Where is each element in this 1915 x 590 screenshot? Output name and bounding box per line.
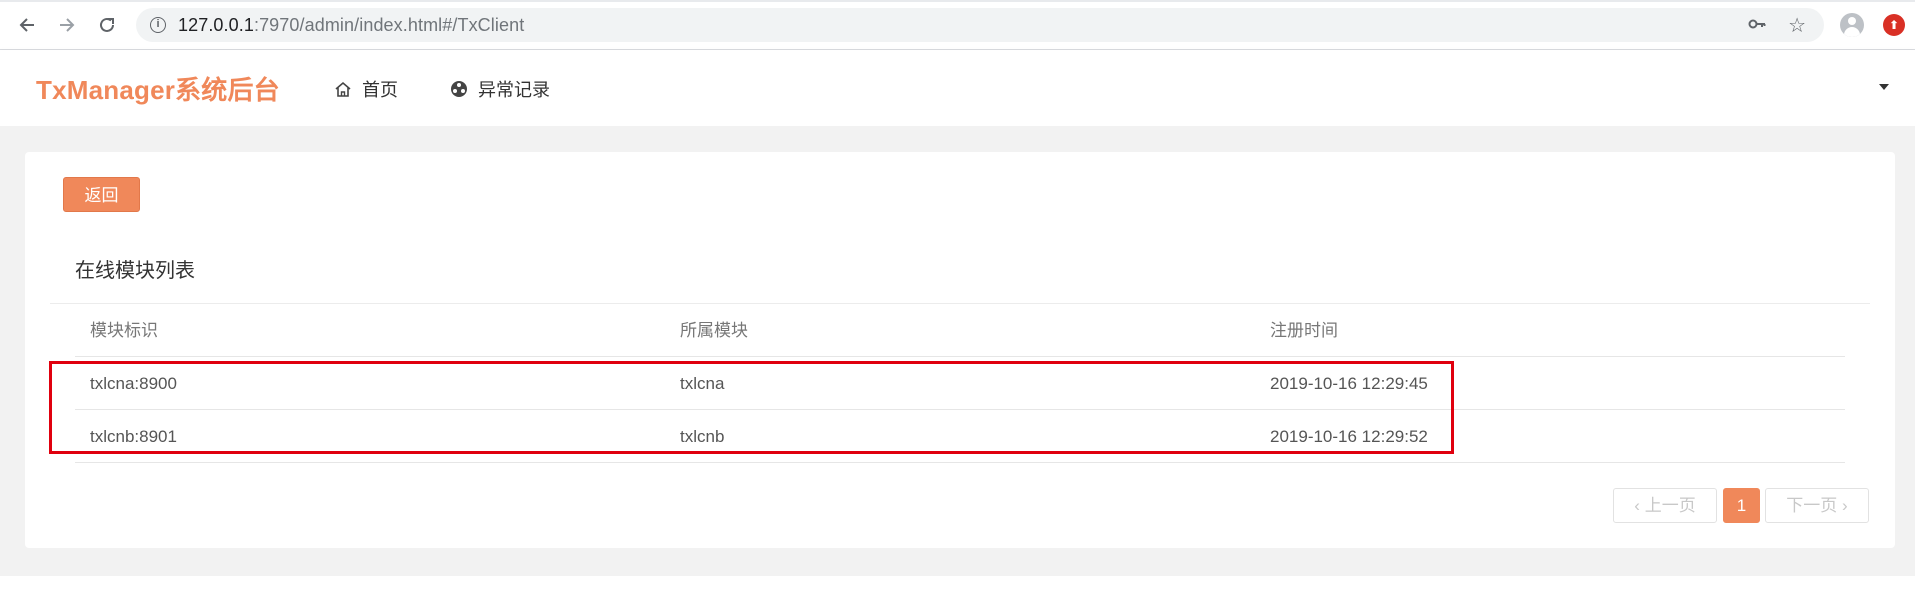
browser-toolbar: i 127.0.0.1:7970/admin/index.html#/TxCli… [0, 0, 1915, 50]
chevron-left-icon: ‹ [1634, 496, 1640, 515]
table-row: txlcna:8900 txlcna 2019-10-16 12:29:45 [75, 357, 1845, 410]
table-header-row: 模块标识 所属模块 注册时间 [75, 304, 1845, 357]
url-path: :7970/admin/index.html#/TxClient [253, 15, 525, 35]
prev-page-label: 上一页 [1644, 496, 1696, 515]
next-page-label: 下一页 [1786, 496, 1838, 515]
cell-register-time: 2019-10-16 12:29:52 [1270, 427, 1428, 446]
app-logo[interactable]: TxManager系统后台 [36, 70, 280, 107]
reload-icon[interactable] [94, 12, 120, 38]
star-icon[interactable]: ☆ [1788, 13, 1806, 38]
url-host: 127.0.0.1 [178, 15, 254, 35]
cell-module-name: txlcnb [680, 427, 725, 446]
table-row: txlcnb:8901 txlcnb 2019-10-16 12:29:52 [75, 410, 1845, 463]
forward-icon[interactable] [54, 12, 80, 38]
profile-icon[interactable] [1840, 13, 1864, 37]
cell-register-time: 2019-10-16 12:29:45 [1270, 374, 1428, 393]
next-page-button[interactable]: 下一页 › [1765, 488, 1869, 523]
cell-module-name: txlcna [680, 374, 725, 393]
chevron-down-icon[interactable] [1879, 84, 1889, 90]
cell-module-id: txlcnb:8901 [90, 427, 177, 446]
prev-page-button[interactable]: ‹ 上一页 [1613, 488, 1717, 523]
page-number-current[interactable]: 1 [1723, 488, 1760, 523]
nav-item-home[interactable]: 首页 [334, 76, 398, 102]
nav-item-exception[interactable]: 异常记录 [450, 76, 550, 102]
nav-item-exception-label: 异常记录 [478, 80, 550, 100]
cell-module-id: txlcna:8900 [90, 374, 177, 393]
tab-strip-edge [0, 0, 1915, 2]
extension-icon[interactable]: ⬆ [1883, 14, 1905, 36]
app-header: TxManager系统后台 首页 异常记录 [0, 50, 1915, 126]
home-icon [334, 80, 352, 98]
address-bar[interactable]: i 127.0.0.1:7970/admin/index.html#/TxCli… [136, 8, 1824, 42]
card-title: 在线模块列表 [75, 260, 195, 282]
exception-icon [450, 80, 468, 98]
column-header-module-name: 所属模块 [680, 321, 748, 340]
info-icon[interactable]: i [150, 17, 166, 33]
chevron-right-icon: › [1842, 496, 1848, 515]
column-header-module-id: 模块标识 [90, 321, 158, 340]
back-icon[interactable] [14, 12, 40, 38]
key-icon[interactable] [1748, 15, 1766, 38]
module-table: 模块标识 所属模块 注册时间 txlcna:8900 txlcna 2019-1… [75, 304, 1845, 463]
nav-item-home-label: 首页 [362, 80, 398, 100]
back-button[interactable]: 返回 [63, 177, 140, 212]
url-text: 127.0.0.1:7970/admin/index.html#/TxClien… [178, 15, 524, 36]
column-header-register-time: 注册时间 [1270, 321, 1338, 340]
